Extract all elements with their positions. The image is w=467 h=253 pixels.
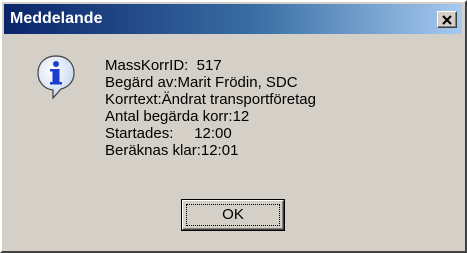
message-text: MassKorrID: 517 Begärd av:Marit Frödin, … [105, 57, 316, 159]
close-icon [442, 15, 452, 25]
information-icon [37, 55, 75, 100]
message-line-mass-korr-id: MassKorrID: 517 [105, 57, 222, 74]
message-line-beraknas-klar: Beräknas klar:12:01 [105, 142, 239, 159]
message-line-antal: Antal begärda korr:12 [105, 108, 250, 125]
ok-button[interactable]: OK [181, 199, 285, 231]
ok-button-label: OK [222, 206, 244, 223]
title-bar[interactable]: Meddelande [4, 4, 462, 34]
close-button[interactable] [437, 11, 457, 28]
message-line-korrtext: Korrtext:Ändrat transportföretag [105, 91, 316, 108]
message-dialog: Meddelande MassKorrID: 517 Begärd av:Mar… [0, 0, 467, 253]
message-line-begard-av: Begärd av:Marit Frödin, SDC [105, 74, 298, 91]
message-line-startades: Startades: 12:00 [105, 125, 232, 142]
dialog-title: Meddelande [10, 10, 103, 27]
